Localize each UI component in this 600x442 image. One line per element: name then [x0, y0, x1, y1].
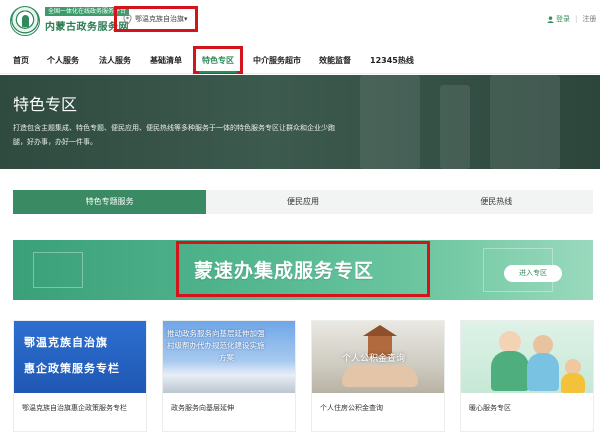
account-links: 登录 | 注册 — [547, 14, 596, 24]
elderly-body-icon — [491, 351, 529, 391]
nav-item-hotline[interactable]: 12345热线 — [370, 55, 414, 66]
elderly-person-icon — [533, 335, 553, 355]
card-policy-service[interactable]: 鄂温克族自治旗 惠企政策服务专栏 鄂温克族自治旗惠企政策服务专栏 — [13, 320, 147, 432]
tab-convenience-hotline[interactable]: 便民热线 — [400, 190, 593, 214]
card-image-text: 村级帮办代办规范化建设实施 — [167, 341, 265, 350]
promo-title: 蒙速办集成服务专区 — [194, 260, 375, 282]
card-housing-fund[interactable]: 个人公积金查询 个人住房公积金查询 — [311, 320, 445, 432]
nav-item-home[interactable]: 首页 — [13, 55, 29, 66]
location-pin-icon — [123, 13, 132, 25]
link-separator: | — [575, 15, 578, 23]
card-image-text: 推动政务服务向基层延伸加强 — [167, 329, 265, 338]
banner-description: 打造包含主题集成、特色专题、便民应用、便民热线等多种服务于一体的特色服务专区让群… — [13, 124, 335, 146]
nav-item-supervision[interactable]: 效能监督 — [319, 55, 351, 66]
card-label: 鄂温克族自治旗惠企政策服务专栏 — [22, 404, 127, 412]
card-image: 个人公积金查询 — [312, 321, 444, 393]
nav-item-corporate[interactable]: 法人服务 — [99, 55, 131, 66]
child-body-icon — [561, 373, 585, 393]
card-image: 鄂温克族自治旗 惠企政策服务专栏 — [14, 321, 146, 393]
enter-zone-button[interactable]: 进入专区 — [504, 265, 562, 282]
banner-decoration — [360, 75, 420, 169]
elderly-body-icon — [527, 353, 559, 391]
service-tabs: 特色专题服务 便民应用 便民热线 — [13, 190, 593, 214]
login-link[interactable]: 登录 — [556, 14, 570, 24]
hero-banner: 特色专区 打造包含主题集成、特色专题、便民应用、便民热线等多种服务于一体的特色服… — [0, 75, 600, 169]
tab-special-topics[interactable]: 特色专题服务 — [13, 190, 207, 214]
elderly-person-icon — [499, 331, 521, 353]
card-image-text: 惠企政策服务专栏 — [24, 362, 120, 375]
card-image-text: 方案 — [219, 353, 234, 362]
banner-title: 特色专区 — [13, 95, 78, 114]
card-image: 推动政务服务向基层延伸加强 村级帮办代办规范化建设实施 方案 — [163, 321, 295, 393]
tab-convenience-apps[interactable]: 便民应用 — [206, 190, 399, 214]
nav-item-basic-list[interactable]: 基础清单 — [150, 55, 182, 66]
card-label: 政务服务向基层延伸 — [171, 404, 234, 412]
register-link[interactable]: 注册 — [582, 14, 596, 24]
emblem-logo-icon[interactable] — [10, 6, 40, 36]
card-label: 个人住房公积金查询 — [320, 404, 383, 412]
promo-decoration — [33, 252, 83, 288]
banner-decoration — [440, 85, 470, 169]
hand-illustration — [342, 365, 418, 387]
card-image-text: 个人公积金查询 — [342, 354, 406, 364]
card-image-text: 鄂温克族自治旗 — [24, 336, 108, 349]
region-selector[interactable]: 鄂温克族自治旗▾ — [114, 6, 198, 32]
nav-item-special-zone[interactable]: 特色专区 — [202, 55, 234, 66]
nav-item-agency-market[interactable]: 中介服务超市 — [253, 55, 301, 66]
card-care-service[interactable]: 暖心服务专区 — [460, 320, 594, 432]
nav-item-personal[interactable]: 个人服务 — [47, 55, 79, 66]
nav-active-underline — [199, 71, 237, 73]
card-label: 暖心服务专区 — [469, 404, 511, 412]
user-icon — [547, 15, 554, 23]
region-name: 鄂温克族自治旗▾ — [135, 15, 188, 23]
site-header: 全国一体化在线政务服务平台 内蒙古政务服务网 鄂温克族自治旗▾ 登录 | 注册 — [0, 0, 600, 44]
main-nav: 首页 个人服务 法人服务 基础清单 中介服务超市 效能监督 12345热线 — [0, 44, 600, 74]
card-grassroots-service[interactable]: 推动政务服务向基层延伸加强 村级帮办代办规范化建设实施 方案 政务服务向基层延伸 — [162, 320, 296, 432]
card-image — [461, 321, 593, 393]
banner-decoration — [490, 75, 560, 169]
